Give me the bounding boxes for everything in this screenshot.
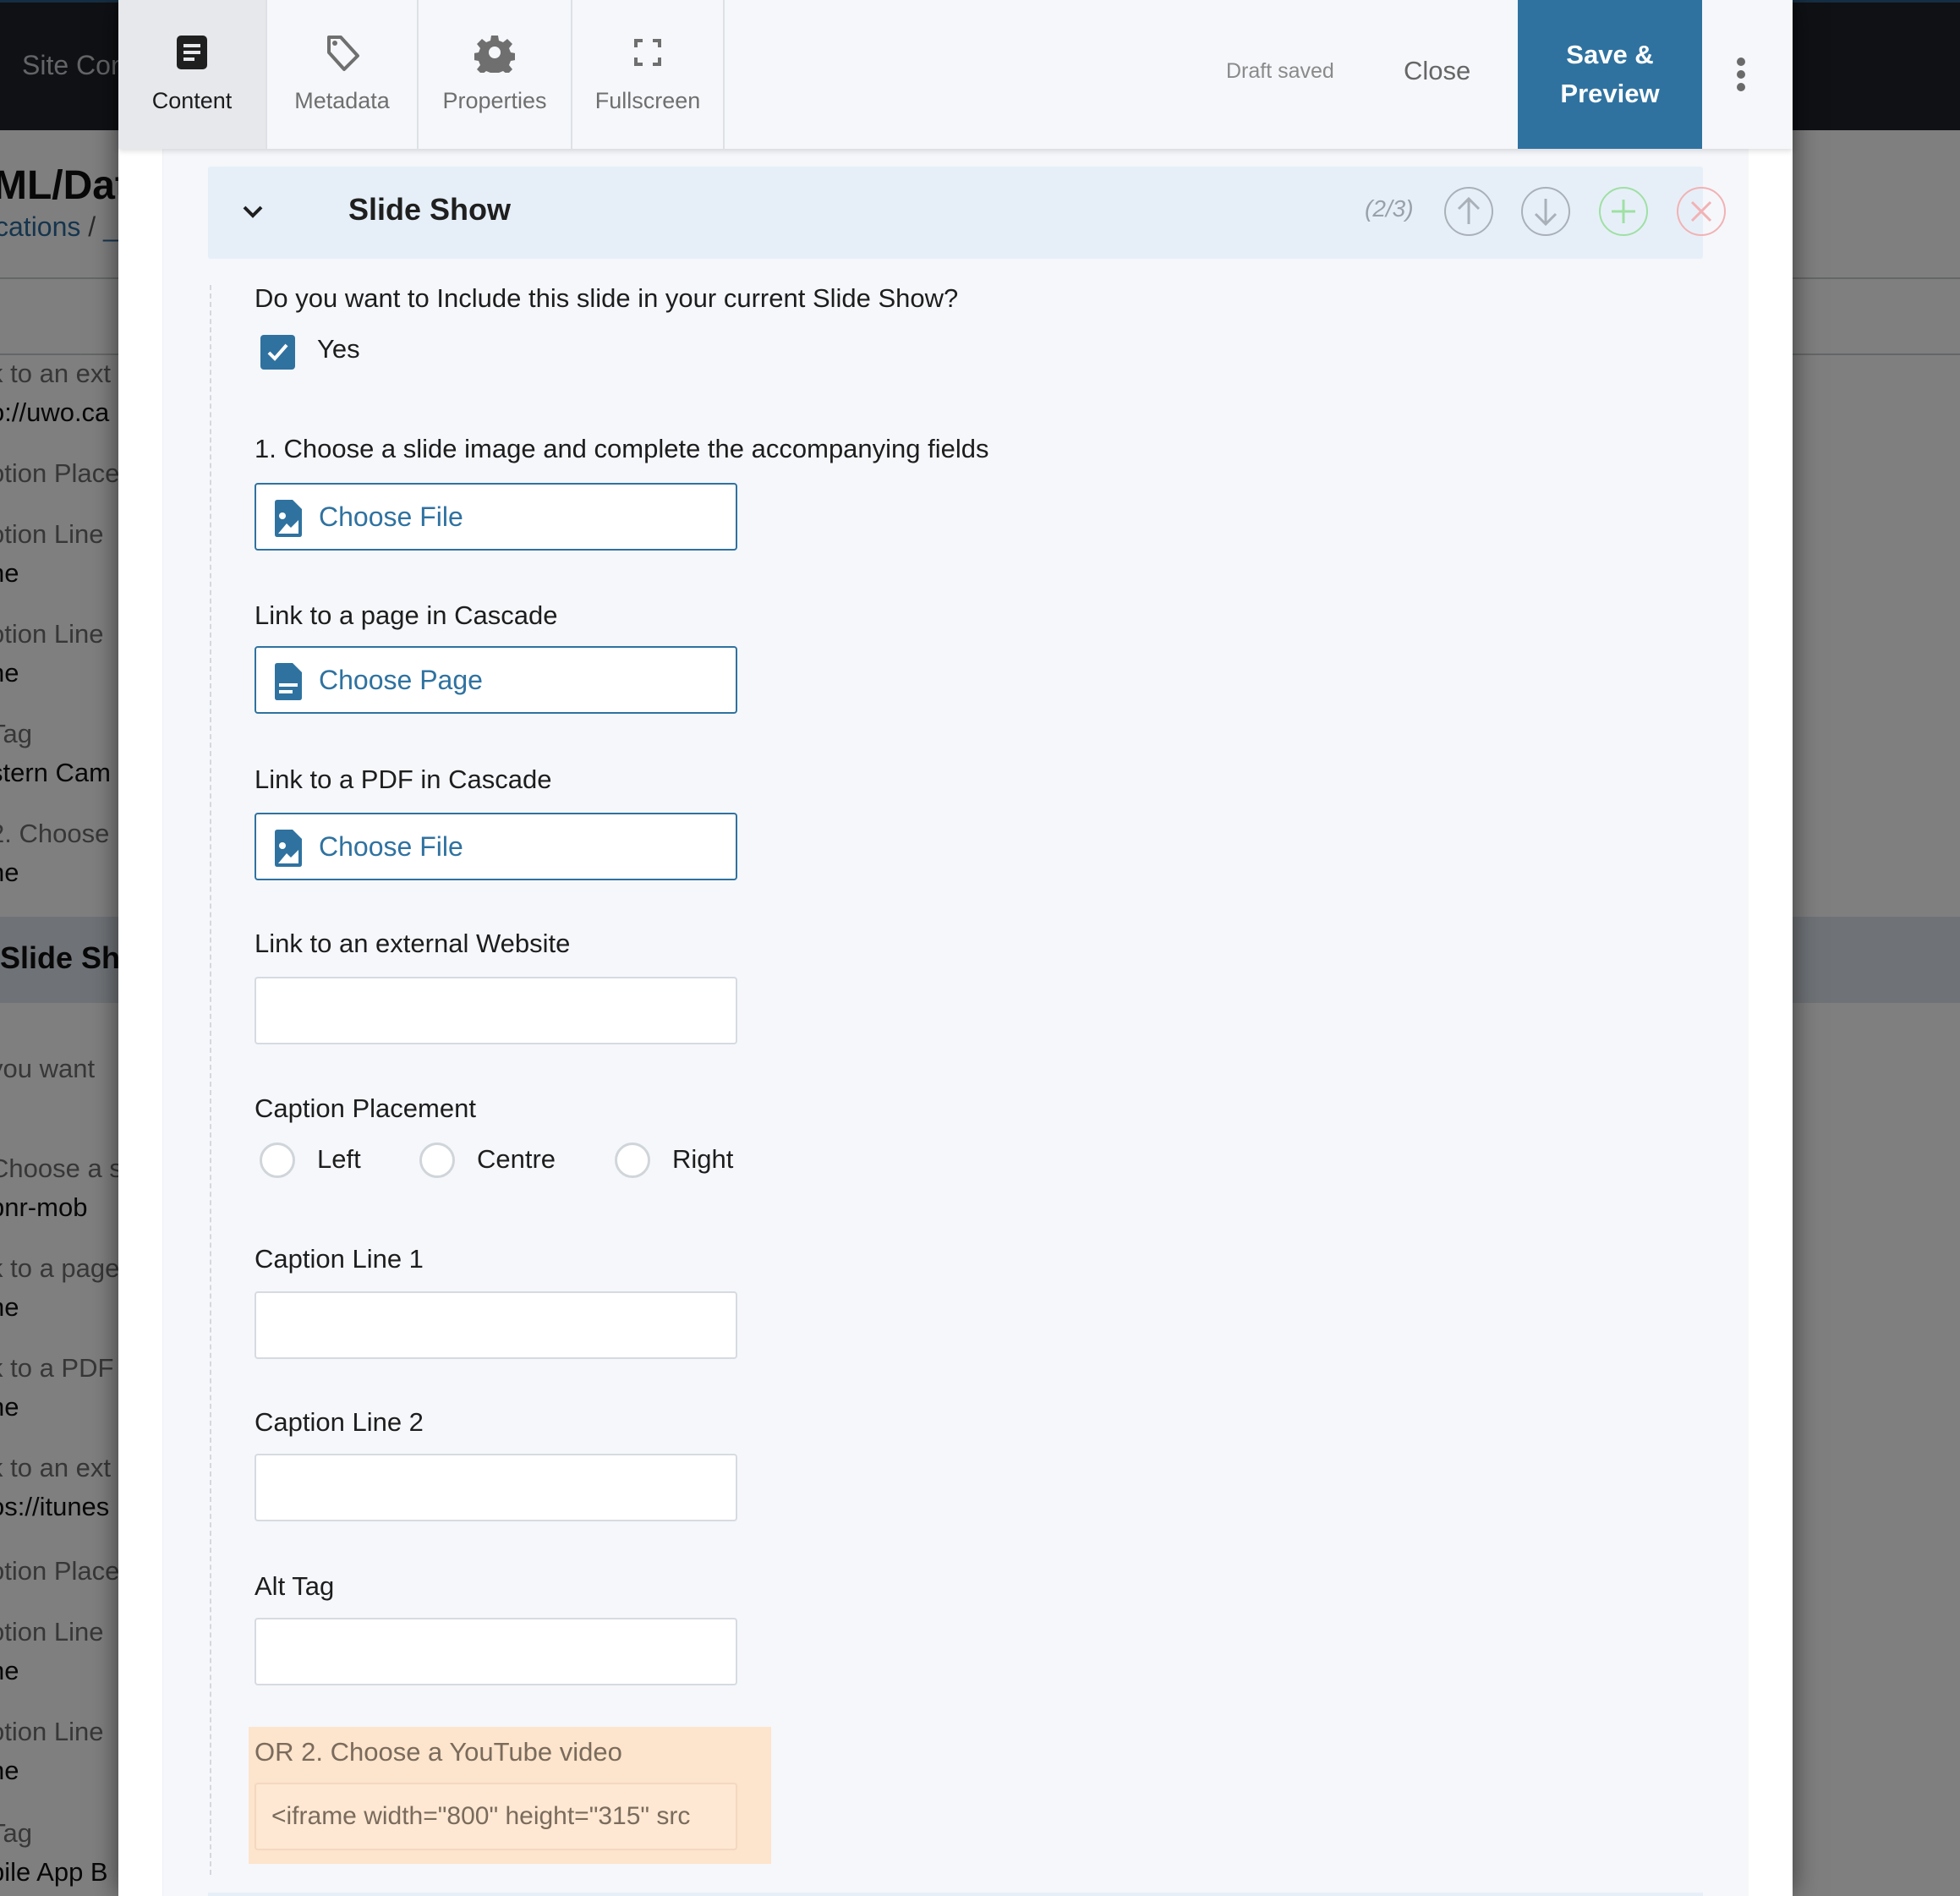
caption-placement-centre-radio[interactable] [419,1143,455,1178]
tab-content[interactable]: Content [118,0,267,149]
external-link-input[interactable] [255,977,737,1044]
tab-label: Fullscreen [594,88,701,113]
section-indent-line [210,285,211,1875]
slide-show-section-header: Slide Show (2/3) [208,167,1726,259]
chevron-down-icon[interactable] [240,199,266,224]
radio-label-centre: Centre [477,1144,556,1174]
tab-fullscreen[interactable]: Fullscreen [572,0,725,149]
include-checkbox[interactable] [260,335,295,370]
move-up-button[interactable] [1444,187,1493,236]
tab-label: Metadata [294,88,390,113]
tab-metadata[interactable]: Metadata [267,0,419,149]
tab-label: Content [151,88,233,113]
draft-status: Draft saved [1226,59,1334,83]
caption-line-2-input[interactable] [255,1454,737,1521]
caption-line-1-input[interactable] [255,1291,737,1359]
editor-toolbar: Content Metadata Properties Fullscreen D… [118,0,1793,149]
tag-icon [326,36,359,71]
choose-pdf-file-label: Choose File [319,831,463,862]
tab-properties[interactable]: Properties [419,0,572,149]
youtube-video-group: OR 2. Choose a YouTube video <iframe wid… [249,1727,771,1864]
caption-line-2-label: Caption Line 2 [255,1407,424,1437]
save-label-line2: Preview [1560,79,1660,108]
youtube-embed-input[interactable]: <iframe width="800" height="315" src [255,1783,737,1850]
alt-tag-label: Alt Tag [255,1571,335,1601]
choose-image-file-label: Choose File [319,501,463,532]
alt-tag-input[interactable] [255,1618,737,1685]
more-options-icon[interactable] [1735,58,1747,91]
add-slide-button[interactable] [1599,187,1648,236]
save-label-line1: Save & [1566,40,1654,69]
image-file-icon [275,500,302,537]
plus-icon [1612,200,1635,223]
next-section-header [208,1893,1703,1896]
gear-icon [474,36,515,73]
page-link-label: Link to a page in Cascade [255,600,558,630]
close-icon [1690,200,1712,222]
content-icon [177,36,207,69]
youtube-video-label: OR 2. Choose a YouTube video [255,1737,622,1767]
caption-placement-label: Caption Placement [255,1093,476,1123]
remove-slide-button[interactable] [1677,187,1726,236]
edit-modal: Content Metadata Properties Fullscreen D… [118,0,1793,1896]
arrow-up-icon [1457,196,1481,224]
fullscreen-icon [634,39,661,66]
choose-image-file-button[interactable]: Choose File [255,483,737,551]
section-position: (2/3) [1365,195,1414,222]
image-file-icon [275,830,302,867]
section-title: Slide Show [348,192,512,227]
slide-image-label: 1. Choose a slide image and complete the… [255,434,989,463]
pdf-link-label: Link to a PDF in Cascade [255,764,552,794]
caption-placement-left-radio[interactable] [260,1143,295,1178]
choose-page-label: Choose Page [319,665,483,695]
checkmark-icon [267,343,288,361]
caption-placement-right-radio[interactable] [615,1143,650,1178]
external-link-label: Link to an external Website [255,929,571,958]
move-down-button[interactable] [1521,187,1570,236]
include-question: Do you want to Include this slide in you… [255,283,959,313]
tab-label: Properties [442,88,547,113]
choose-pdf-file-button[interactable]: Choose File [255,813,737,880]
page-icon [275,663,302,700]
close-button[interactable]: Close [1404,56,1470,86]
arrow-down-icon [1534,199,1558,227]
content-panel: Slide Show (2/3) Do you want to Include … [162,149,1749,1896]
radio-label-right: Right [672,1144,734,1174]
save-preview-button[interactable]: Save & Preview [1518,0,1702,149]
choose-page-button[interactable]: Choose Page [255,646,737,714]
radio-label-left: Left [317,1144,361,1174]
include-checkbox-label: Yes [317,334,360,364]
caption-line-1-label: Caption Line 1 [255,1244,424,1274]
